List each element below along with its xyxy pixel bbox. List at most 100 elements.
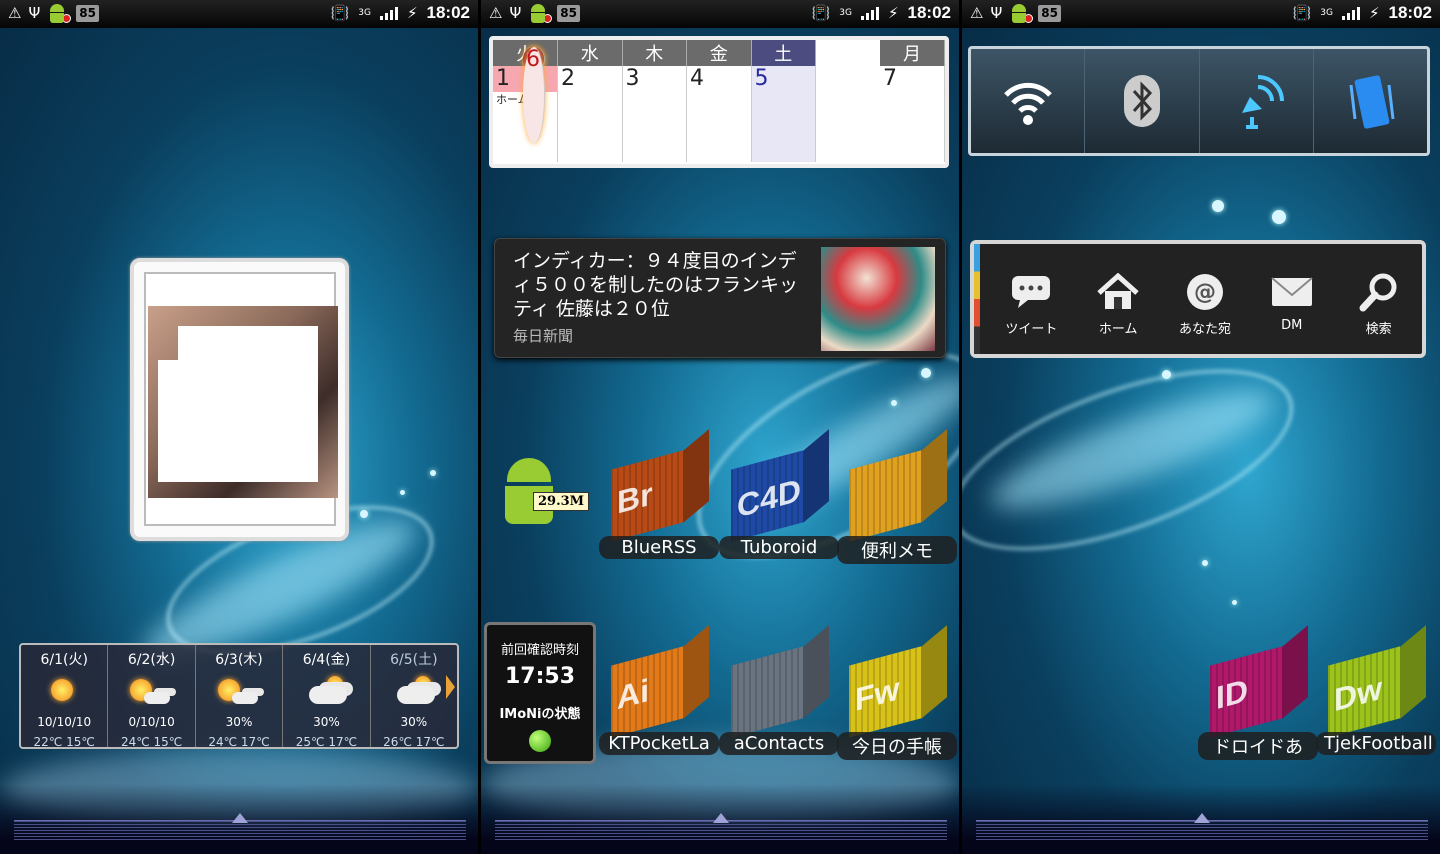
weekday-header: 月 <box>880 40 945 66</box>
day-number: 4 <box>690 66 704 91</box>
battery-charging-icon: ⚡ <box>887 4 899 22</box>
app-benri-memo[interactable]: 便利メモ <box>837 429 957 570</box>
calendar-day[interactable]: 7 <box>880 66 945 162</box>
weather-temps: 24℃ 15℃ <box>120 735 183 749</box>
status-clock: 18:02 <box>1388 3 1432 22</box>
signal-icon <box>860 6 879 20</box>
app-label: TjekFootball <box>1316 732 1436 755</box>
sun-cloud-icon <box>108 672 194 712</box>
app-kyou-no-techou[interactable]: Fw 今日の手帳 <box>837 625 957 766</box>
search-icon <box>1335 272 1422 312</box>
home-button[interactable]: ホーム <box>1075 244 1162 354</box>
app-bluerss[interactable]: Br BlueRSS <box>599 429 719 570</box>
app-label: 今日の手帳 <box>837 732 957 760</box>
tweet-button[interactable]: ツイート <box>988 244 1075 354</box>
sync-icon <box>1349 75 1395 129</box>
app-droid-a[interactable]: ID ドロイドあ <box>1198 625 1318 766</box>
app-ktpocketla[interactable]: Ai KTPocketLa <box>599 625 719 766</box>
mentions-button[interactable]: @ あなた宛 <box>1162 244 1249 354</box>
status-clock: 18:02 <box>426 3 470 22</box>
vibrate-icon: 📳 <box>811 4 831 22</box>
network-type: 3G <box>839 8 852 18</box>
app-acontacts[interactable]: aContacts <box>719 625 839 766</box>
up-arrow-icon <box>232 813 248 823</box>
status-bar[interactable]: ⚠ Ψ 85 📳 3G ⚡ 18:02 <box>962 0 1440 28</box>
vibrate-icon: 📳 <box>1292 4 1312 22</box>
gps-toggle[interactable] <box>1200 49 1314 153</box>
next-arrow-icon[interactable] <box>446 675 456 699</box>
calendar-day[interactable]: 4 <box>686 66 752 162</box>
calendar-widget[interactable]: 火 水 木 金 土 日 月 1ホームペ 2 3 4 5 6 7 <box>489 36 949 168</box>
status-clock: 18:02 <box>907 3 951 22</box>
wifi-toggle[interactable] <box>971 49 1086 153</box>
photo-frame-widget[interactable] <box>130 258 349 541</box>
battery-charging-icon: ⚡ <box>1368 4 1380 22</box>
weather-date: 6/1(火) <box>40 652 88 668</box>
weekday-header: 金 <box>686 40 752 66</box>
weather-widget[interactable]: 6/1(火) 10/10/10 22℃ 15℃ 6/2(水) 0/10/10 2… <box>19 643 459 749</box>
warning-icon: ⚠ <box>489 4 503 22</box>
day-number: 5 <box>754 66 769 91</box>
weekday-header: 土 <box>751 40 816 66</box>
calendar-day[interactable]: 5 <box>751 66 816 162</box>
weather-precip: 0/10/10 <box>128 715 175 729</box>
mentions-label: あなた宛 <box>1178 322 1231 337</box>
home-screen-2: ⚠ Ψ 85 📳 3G ⚡ 18:02 火 水 木 金 土 日 月 1ホー <box>481 0 959 854</box>
app-label: aContacts <box>719 732 839 755</box>
app-tjekfootball[interactable]: Dw TjekFootball <box>1316 625 1436 766</box>
search-button[interactable]: 検索 <box>1335 244 1422 354</box>
mail-icon <box>1248 272 1335 312</box>
memory-widget[interactable]: 29.3M <box>491 458 590 538</box>
container-icon: Ai <box>611 625 709 738</box>
calendar-day[interactable]: 2 <box>557 66 623 162</box>
container-icon: Fw <box>849 625 947 738</box>
weather-precip: 30% <box>313 715 340 729</box>
container-icon: C4D <box>731 429 829 542</box>
imoni-time: 17:53 <box>504 664 576 689</box>
news-headline: インディカー：９４度目のインディ５００を制したのはフランキッティ 佐藤は２０位 <box>513 250 799 320</box>
battery-level-badge: 85 <box>557 4 580 22</box>
weather-day: 6/1(火) 10/10/10 22℃ 15℃ <box>21 645 109 749</box>
android-debug-icon <box>1009 3 1034 23</box>
weather-precip: 10/10/10 <box>37 715 92 729</box>
app-drawer-handle[interactable] <box>976 813 1428 842</box>
android-icon <box>507 458 551 482</box>
status-bar[interactable]: ⚠ Ψ 85 📳 3G ⚡ 18:02 <box>0 0 478 28</box>
usb-icon: Ψ <box>28 4 41 22</box>
sun-icon <box>21 672 107 712</box>
day-number: 1 <box>496 66 510 91</box>
home-screen-1: ⚠ Ψ 85 📳 3G ⚡ 18:02 6/1(火) 10/10/10 22℃ … <box>0 0 478 854</box>
photo-redaction <box>178 326 318 360</box>
sync-toggle[interactable] <box>1314 49 1427 153</box>
app-drawer-handle[interactable] <box>495 813 947 842</box>
day-number: 6 <box>526 47 540 72</box>
network-type: 3G <box>1320 8 1333 18</box>
signal-icon <box>1341 6 1360 20</box>
calendar-day[interactable]: 3 <box>622 66 687 162</box>
container-icon <box>849 429 947 542</box>
app-label: 便利メモ <box>837 536 957 564</box>
weather-date: 6/4(金) <box>302 652 351 668</box>
bluetooth-toggle[interactable] <box>1085 49 1200 153</box>
app-tuboroid[interactable]: C4D Tuboroid <box>719 429 839 570</box>
news-widget[interactable]: インディカー：９４度目のインディ５００を制したのはフランキッティ 佐藤は２０位 … <box>494 238 946 358</box>
weather-date: 6/5(土) <box>390 652 438 668</box>
gps-icon <box>1242 75 1285 129</box>
dm-label: DM <box>1281 318 1303 333</box>
signal-icon <box>379 6 398 20</box>
app-drawer-handle[interactable] <box>14 813 466 842</box>
dm-button[interactable]: DM <box>1248 244 1335 354</box>
vibrate-icon: 📳 <box>330 4 350 22</box>
weather-date: 6/3(木) <box>215 652 263 668</box>
imoni-widget[interactable]: 前回確認時刻 17:53 IMoNiの状態 <box>484 622 596 764</box>
calendar-day[interactable]: 6 <box>523 47 545 143</box>
battery-level-badge: 85 <box>76 4 99 22</box>
weather-date: 6/2(水) <box>127 652 176 668</box>
weather-temps: 26℃ 17℃ <box>383 735 445 749</box>
status-bar[interactable]: ⚠ Ψ 85 📳 3G ⚡ 18:02 <box>481 0 959 28</box>
day-number: 7 <box>883 66 897 91</box>
home-label: ホーム <box>1098 322 1138 337</box>
android-debug-icon <box>47 3 72 23</box>
weather-precip: 30% <box>400 715 428 729</box>
tweet-label: ツイート <box>1005 322 1058 337</box>
